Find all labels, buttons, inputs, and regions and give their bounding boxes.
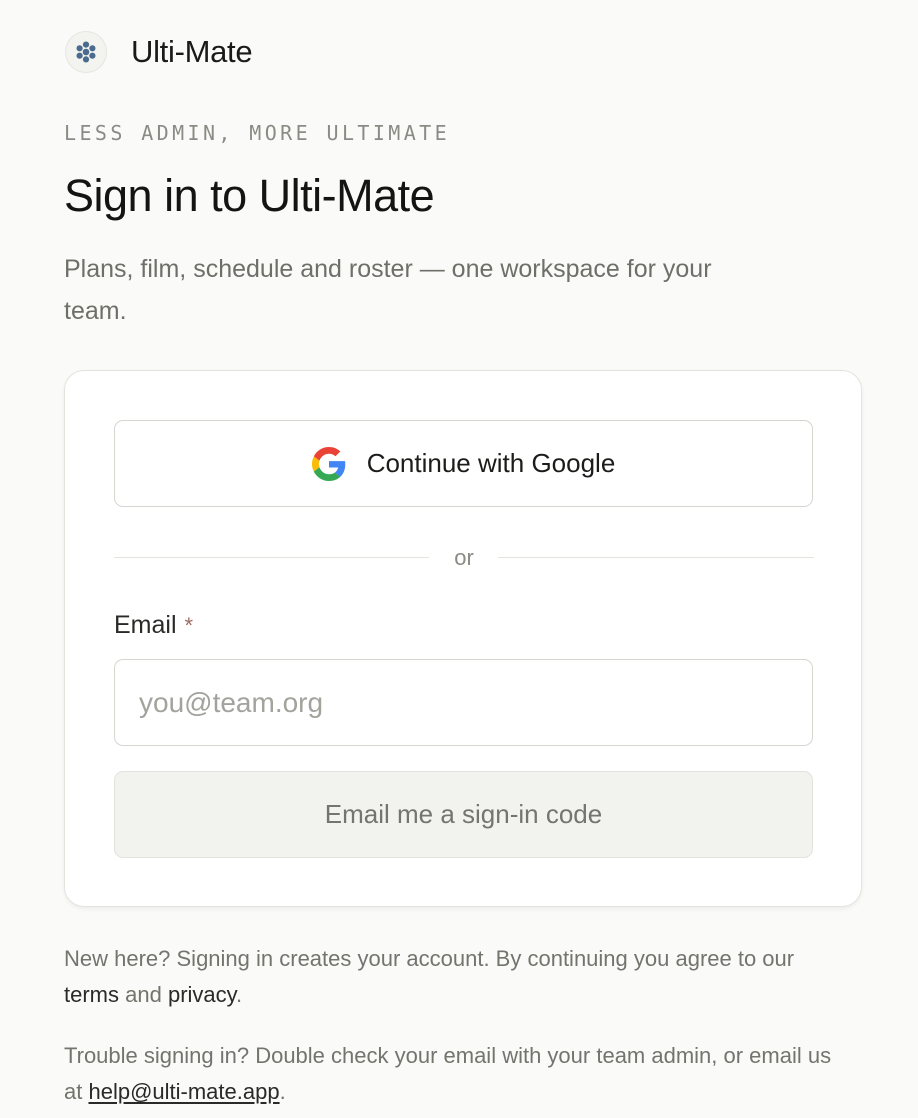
tagline-eyebrow: LESS ADMIN, MORE ULTIMATE xyxy=(64,121,451,145)
email-label-text: Email xyxy=(114,611,177,639)
email-field-label: Email * xyxy=(114,611,193,640)
page-title: Sign in to Ulti-Mate xyxy=(64,170,435,221)
divider-or-text: or xyxy=(454,545,474,570)
divider-line-right xyxy=(498,557,814,558)
trouble-note: Trouble signing in? Double check your em… xyxy=(64,1038,854,1110)
sign-in-card: Continue with Google or Email * Email me … xyxy=(64,370,862,907)
help-email-link[interactable]: help@ulti-mate.app xyxy=(88,1079,279,1104)
email-sign-in-code-button[interactable]: Email me a sign-in code xyxy=(114,771,813,858)
continue-with-google-button[interactable]: Continue with Google xyxy=(114,420,813,507)
sign-in-page: Ulti-Mate LESS ADMIN, MORE ULTIMATE Sign… xyxy=(0,0,918,1118)
google-g-icon xyxy=(311,446,346,481)
trouble-period: . xyxy=(279,1079,286,1104)
terms-prefix-text: New here? Signing in creates your accoun… xyxy=(64,946,795,971)
brand-name: Ulti-Mate xyxy=(131,34,253,69)
and-text: and xyxy=(125,982,162,1007)
privacy-link[interactable]: privacy xyxy=(168,982,236,1007)
terms-period: . xyxy=(236,982,243,1007)
brand-header[interactable]: Ulti-Mate xyxy=(65,31,253,73)
page-subtitle: Plans, film, schedule and roster — one w… xyxy=(64,255,712,325)
terms-note: New here? Signing in creates your accoun… xyxy=(64,941,854,1013)
or-divider: or xyxy=(114,543,814,573)
disc-flower-logo-icon xyxy=(65,31,107,73)
email-input[interactable] xyxy=(114,659,813,746)
google-button-label: Continue with Google xyxy=(366,448,616,478)
terms-link[interactable]: terms xyxy=(64,982,119,1007)
required-marker: * xyxy=(184,613,194,638)
